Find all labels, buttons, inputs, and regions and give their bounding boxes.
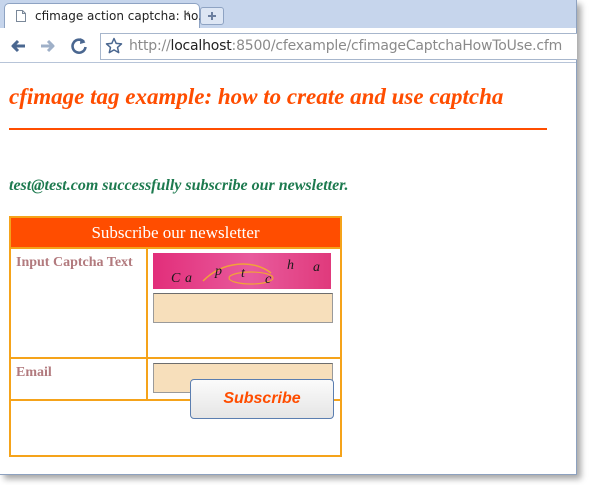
reload-icon [71, 38, 87, 54]
url-path: :8500/cfexample/cfimageCaptchaHowToUse.c… [231, 38, 563, 54]
star-icon[interactable] [105, 37, 123, 55]
back-arrow-icon [11, 39, 25, 53]
captcha-image: Ca p t ch a [153, 253, 331, 289]
captcha-label: Input Captcha Text [9, 247, 148, 359]
url-scheme: http:// [129, 38, 171, 54]
browser-tab[interactable]: cfimage action captcha: ho... × [4, 3, 210, 29]
page-title: cfimage tag example: how to create and u… [9, 84, 504, 109]
back-button[interactable] [8, 35, 30, 57]
captcha-glyph: a [185, 271, 192, 286]
captcha-glyph: a [313, 260, 320, 275]
close-tab-icon[interactable]: × [183, 7, 190, 21]
browser-toolbar: http://localhost:8500/cfexample/cfimageC… [0, 28, 577, 63]
email-label: Email [9, 357, 148, 401]
browser-window: cfimage action captcha: ho... × http://l… [0, 0, 577, 475]
captcha-glyph: p [214, 264, 222, 279]
tab-strip: cfimage action captcha: ho... × [0, 0, 576, 29]
form-header: Subscribe our newsletter [9, 216, 342, 249]
url-text[interactable]: http://localhost:8500/cfexample/cfimageC… [129, 38, 562, 54]
forward-arrow-icon [41, 39, 55, 53]
address-bar[interactable]: http://localhost:8500/cfexample/cfimageC… [100, 33, 577, 60]
success-message: test@test.com successfully subscribe our… [9, 177, 349, 194]
captcha-glyph: h [287, 258, 294, 273]
plus-icon [208, 12, 216, 20]
captcha-glyph: c [265, 272, 272, 287]
page-icon [16, 10, 26, 22]
captcha-cell: Ca p t ch a [146, 247, 342, 359]
reload-button[interactable] [68, 35, 90, 57]
subscribe-button[interactable]: Subscribe [190, 379, 334, 419]
captcha-glyph: C [171, 271, 181, 286]
captcha-input[interactable] [153, 293, 333, 323]
forward-button[interactable] [36, 35, 58, 57]
newsletter-form: Subscribe our newsletter Input Captcha T… [9, 216, 342, 457]
title-divider [9, 128, 547, 130]
url-host: localhost [170, 38, 232, 54]
new-tab-button[interactable] [200, 7, 224, 25]
